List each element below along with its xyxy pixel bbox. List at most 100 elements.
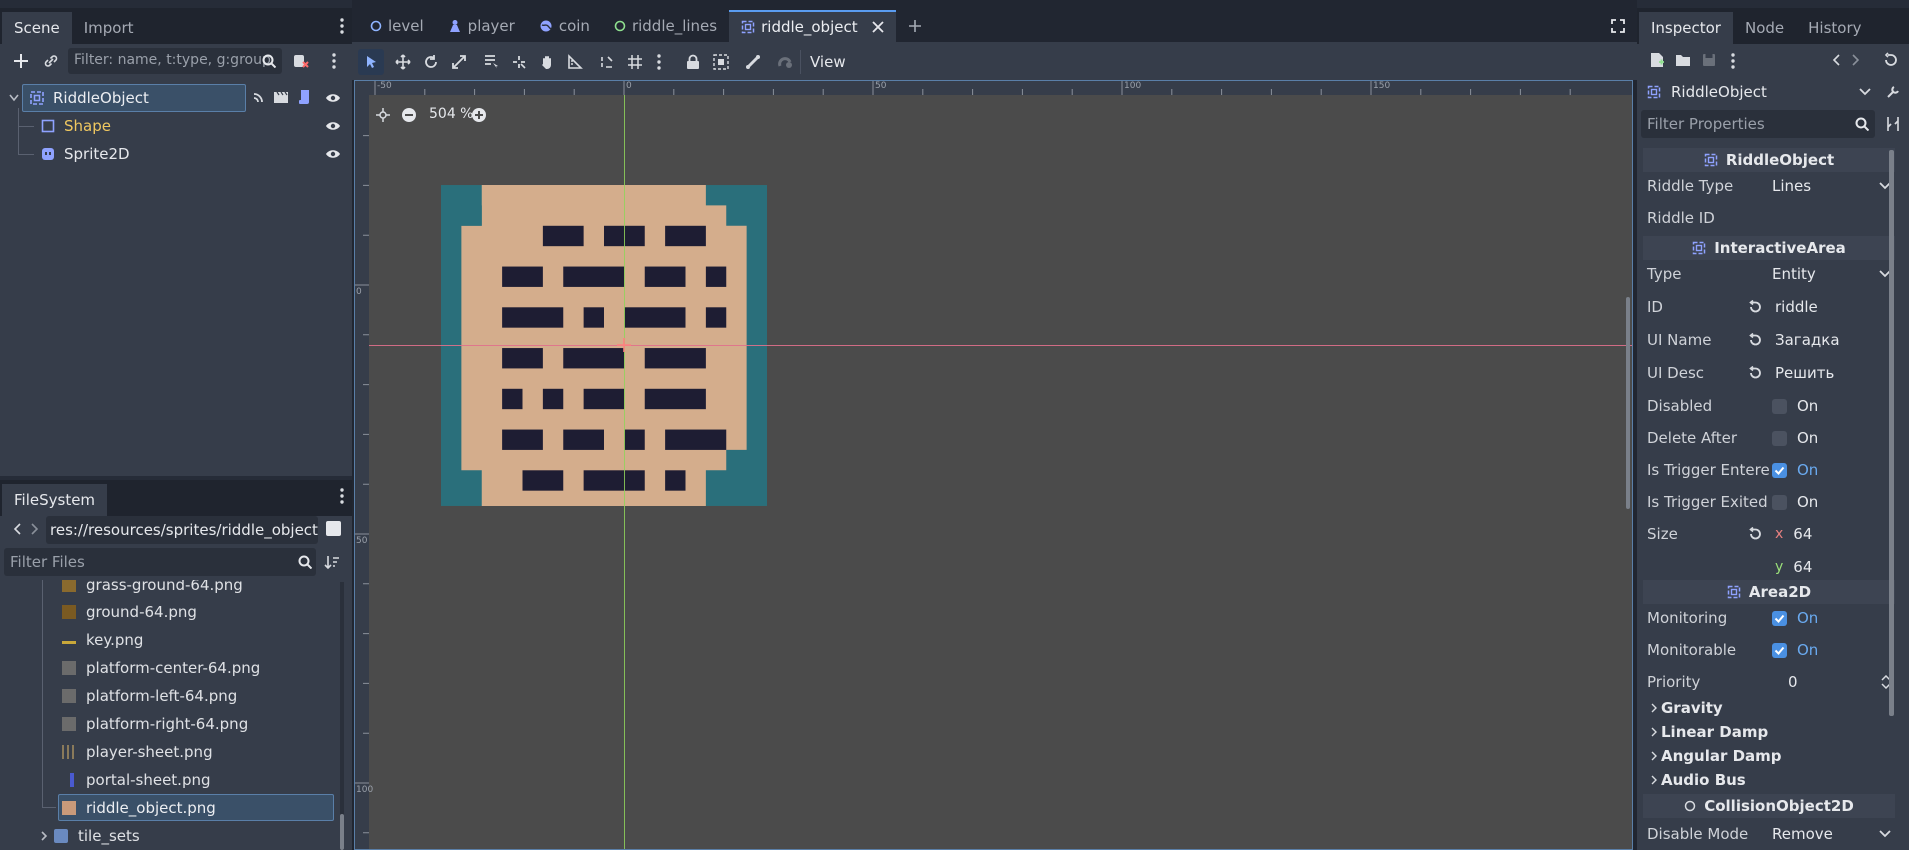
scale-tool-icon[interactable] bbox=[446, 49, 472, 75]
grid-snap-icon[interactable] bbox=[622, 49, 648, 75]
split-view-icon[interactable] bbox=[326, 521, 341, 536]
path-field[interactable]: res://resources/sprites/riddle_object.pn bbox=[46, 516, 318, 544]
revert-icon[interactable] bbox=[1743, 300, 1767, 314]
tree-item-sprite2d[interactable]: Sprite2D bbox=[38, 140, 238, 168]
lock-icon[interactable] bbox=[680, 49, 706, 75]
signal-icon[interactable] bbox=[250, 88, 268, 106]
tree-item-riddleobject[interactable]: RiddleObject bbox=[22, 84, 246, 112]
kebab-menu-icon[interactable] bbox=[1727, 51, 1739, 71]
revert-icon[interactable] bbox=[1743, 366, 1767, 380]
file-item[interactable]: platform-right-64.png bbox=[62, 710, 248, 737]
group-linear-damp[interactable]: Linear Damp bbox=[1651, 723, 1768, 741]
folder-item[interactable]: tile_sets bbox=[38, 822, 140, 849]
tab-import[interactable]: Import bbox=[72, 12, 146, 44]
filter-properties-input[interactable]: Filter Properties bbox=[1641, 110, 1875, 138]
zoom-in-icon[interactable] bbox=[469, 105, 489, 125]
tab-riddle-object[interactable]: riddle_object bbox=[729, 10, 896, 42]
object-selector[interactable]: RiddleObject bbox=[1641, 78, 1877, 106]
history-forward-icon[interactable] bbox=[1849, 51, 1863, 69]
id-field[interactable]: riddle bbox=[1775, 298, 1818, 316]
history-back-icon[interactable] bbox=[1829, 51, 1843, 69]
tab-riddle-lines[interactable]: riddle_lines bbox=[602, 10, 729, 42]
chevron-down-icon[interactable] bbox=[8, 92, 20, 104]
priority-spinbox[interactable]: 0 bbox=[1788, 673, 1798, 691]
script-remove-icon[interactable] bbox=[290, 50, 312, 72]
save-icon[interactable] bbox=[1699, 50, 1719, 70]
riddle-id-field[interactable] bbox=[1772, 206, 1892, 230]
filter-files-input[interactable]: Filter Files bbox=[4, 548, 316, 576]
monitoring-checkbox[interactable] bbox=[1772, 610, 1787, 626]
group-audio-bus[interactable]: Audio Bus bbox=[1651, 771, 1746, 789]
monitorable-checkbox[interactable] bbox=[1772, 642, 1787, 658]
riddle-type-select[interactable]: Lines bbox=[1772, 177, 1811, 195]
open-folder-icon[interactable] bbox=[1673, 50, 1693, 70]
tools-icon[interactable] bbox=[1883, 114, 1903, 134]
section-area2d[interactable]: Area2D bbox=[1643, 580, 1895, 604]
pivot-tool-icon[interactable] bbox=[506, 49, 532, 75]
fullscreen-icon[interactable] bbox=[1609, 17, 1627, 35]
kebab-menu-icon[interactable] bbox=[336, 486, 348, 506]
sort-icon[interactable] bbox=[322, 552, 342, 572]
revert-icon[interactable] bbox=[1743, 527, 1767, 541]
inspector-scrollbar[interactable] bbox=[1889, 150, 1894, 716]
visibility-eye-icon[interactable] bbox=[324, 145, 342, 163]
file-item[interactable]: portal-sheet.png bbox=[62, 766, 211, 793]
node-settings-icon[interactable] bbox=[1883, 82, 1903, 102]
chevron-down-icon[interactable] bbox=[1879, 830, 1891, 838]
group-angular-damp[interactable]: Angular Damp bbox=[1651, 747, 1782, 765]
object-history-icon[interactable] bbox=[1881, 50, 1901, 70]
file-item[interactable]: platform-center-64.png bbox=[62, 654, 260, 681]
zoom-out-icon[interactable] bbox=[399, 105, 419, 125]
kebab-menu-icon[interactable] bbox=[336, 16, 348, 36]
type-select[interactable]: Entity bbox=[1772, 265, 1816, 283]
revert-icon[interactable] bbox=[1743, 333, 1767, 347]
tab-inspector[interactable]: Inspector bbox=[1639, 12, 1733, 44]
bone-icon[interactable] bbox=[740, 49, 766, 75]
delete-after-checkbox[interactable] bbox=[1772, 430, 1787, 446]
select-tool-icon[interactable] bbox=[358, 49, 384, 75]
back-arrow-icon[interactable] bbox=[10, 520, 24, 538]
file-item[interactable]: key.png bbox=[62, 626, 143, 653]
rotate-tool-icon[interactable] bbox=[418, 49, 444, 75]
tab-scene[interactable]: Scene bbox=[2, 12, 72, 44]
zoom-level[interactable]: 504 % bbox=[429, 106, 473, 122]
group-gravity[interactable]: Gravity bbox=[1651, 699, 1723, 717]
tab-filesystem[interactable]: FileSystem bbox=[2, 484, 108, 516]
section-riddleobject[interactable]: RiddleObject bbox=[1643, 148, 1895, 172]
add-node-icon[interactable] bbox=[10, 50, 32, 72]
ui-desc-field[interactable]: Решить bbox=[1775, 364, 1834, 382]
filesystem-scrollbar[interactable] bbox=[340, 582, 344, 850]
visibility-eye-icon[interactable] bbox=[324, 89, 342, 107]
file-item[interactable]: player-sheet.png bbox=[62, 738, 213, 765]
file-item[interactable]: grass-ground-64.png bbox=[62, 580, 243, 598]
file-item[interactable]: ground-64.png bbox=[62, 598, 197, 625]
size-y-field[interactable]: 64 bbox=[1793, 558, 1812, 576]
tab-player[interactable]: player bbox=[436, 10, 527, 42]
tab-coin[interactable]: coin bbox=[527, 10, 602, 42]
list-select-icon[interactable] bbox=[478, 49, 504, 75]
tree-item-shape[interactable]: Shape bbox=[38, 112, 238, 140]
tab-history[interactable]: History bbox=[1796, 12, 1873, 44]
disabled-checkbox[interactable] bbox=[1772, 398, 1787, 414]
scrollbar-thumb[interactable] bbox=[340, 814, 344, 850]
file-item[interactable]: platform-left-64.png bbox=[62, 682, 237, 709]
file-item-selected[interactable]: riddle_object.png bbox=[62, 794, 216, 821]
kebab-menu-icon[interactable] bbox=[328, 51, 340, 71]
kebab-menu-icon[interactable] bbox=[646, 49, 672, 75]
clapper-icon[interactable] bbox=[272, 88, 290, 106]
size-x-field[interactable]: 64 bbox=[1793, 525, 1812, 543]
scene-filter-input[interactable]: Filter: name, t:type, g:group bbox=[68, 48, 282, 74]
trigger-entered-checkbox[interactable] bbox=[1772, 462, 1787, 478]
close-icon[interactable] bbox=[871, 21, 884, 33]
group-icon[interactable] bbox=[708, 49, 734, 75]
forward-arrow-icon[interactable] bbox=[28, 520, 42, 538]
tab-level[interactable]: level bbox=[358, 10, 436, 42]
ui-name-field[interactable]: Загадка bbox=[1775, 331, 1840, 349]
section-interactivearea[interactable]: InteractiveArea bbox=[1643, 236, 1895, 260]
disable-mode-select[interactable]: Remove bbox=[1772, 825, 1833, 843]
ruler-tool-icon[interactable] bbox=[562, 49, 588, 75]
center-view-icon[interactable] bbox=[373, 105, 393, 125]
viewport-scrollbar[interactable] bbox=[1626, 297, 1630, 509]
new-resource-icon[interactable] bbox=[1647, 50, 1667, 70]
move-tool-icon[interactable] bbox=[390, 49, 416, 75]
